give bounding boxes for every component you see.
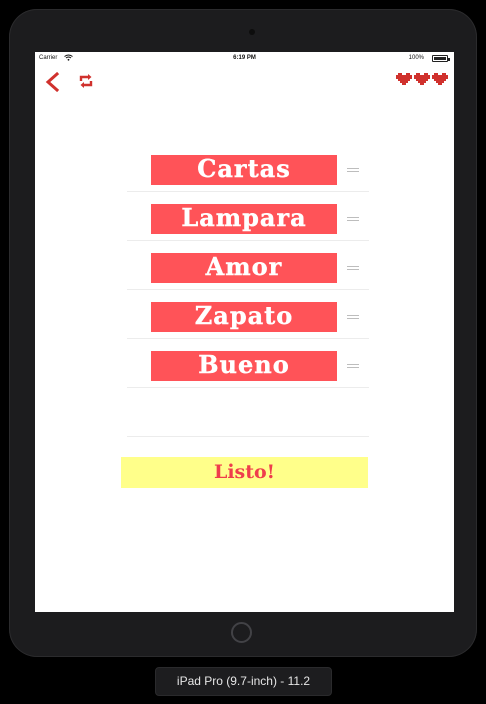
word-label: Zapato bbox=[151, 301, 337, 332]
done-button[interactable]: Listo! bbox=[121, 457, 368, 488]
heart-icon bbox=[414, 73, 430, 85]
empty-list-row bbox=[127, 388, 369, 437]
drag-handle-icon[interactable] bbox=[347, 168, 359, 174]
status-time: 6:19 PM bbox=[233, 55, 256, 61]
word-label: Amor bbox=[151, 252, 337, 283]
repeat-icon[interactable] bbox=[77, 72, 95, 90]
battery-icon bbox=[432, 55, 450, 62]
list-item[interactable]: Zapato bbox=[127, 290, 369, 339]
heart-icon bbox=[432, 73, 448, 85]
word-list: Cartas Lampara Amor Zapato Bueno bbox=[127, 143, 369, 437]
lives-indicator bbox=[396, 72, 448, 88]
word-label: Lampara bbox=[151, 203, 337, 234]
word-label: Bueno bbox=[151, 350, 337, 381]
word-label: Cartas bbox=[151, 154, 337, 185]
front-camera bbox=[249, 29, 255, 35]
status-bar: Carrier 6:19 PM 100% bbox=[35, 52, 454, 66]
battery-percent: 100% bbox=[408, 55, 424, 61]
drag-handle-icon[interactable] bbox=[347, 266, 359, 272]
drag-handle-icon[interactable] bbox=[347, 315, 359, 321]
heart-icon bbox=[396, 73, 412, 85]
chevron-left-icon[interactable] bbox=[43, 72, 63, 92]
list-item[interactable]: Amor bbox=[127, 241, 369, 290]
list-item[interactable]: Lampara bbox=[127, 192, 369, 241]
drag-handle-icon[interactable] bbox=[347, 217, 359, 223]
app-screen: Carrier 6:19 PM 100% Cartas Lampara Amor bbox=[35, 52, 454, 612]
list-item[interactable]: Cartas bbox=[127, 143, 369, 192]
device-label: iPad Pro (9.7-inch) - 11.2 bbox=[155, 667, 332, 696]
drag-handle-icon[interactable] bbox=[347, 364, 359, 370]
list-item[interactable]: Bueno bbox=[127, 339, 369, 388]
home-button[interactable] bbox=[231, 622, 252, 643]
